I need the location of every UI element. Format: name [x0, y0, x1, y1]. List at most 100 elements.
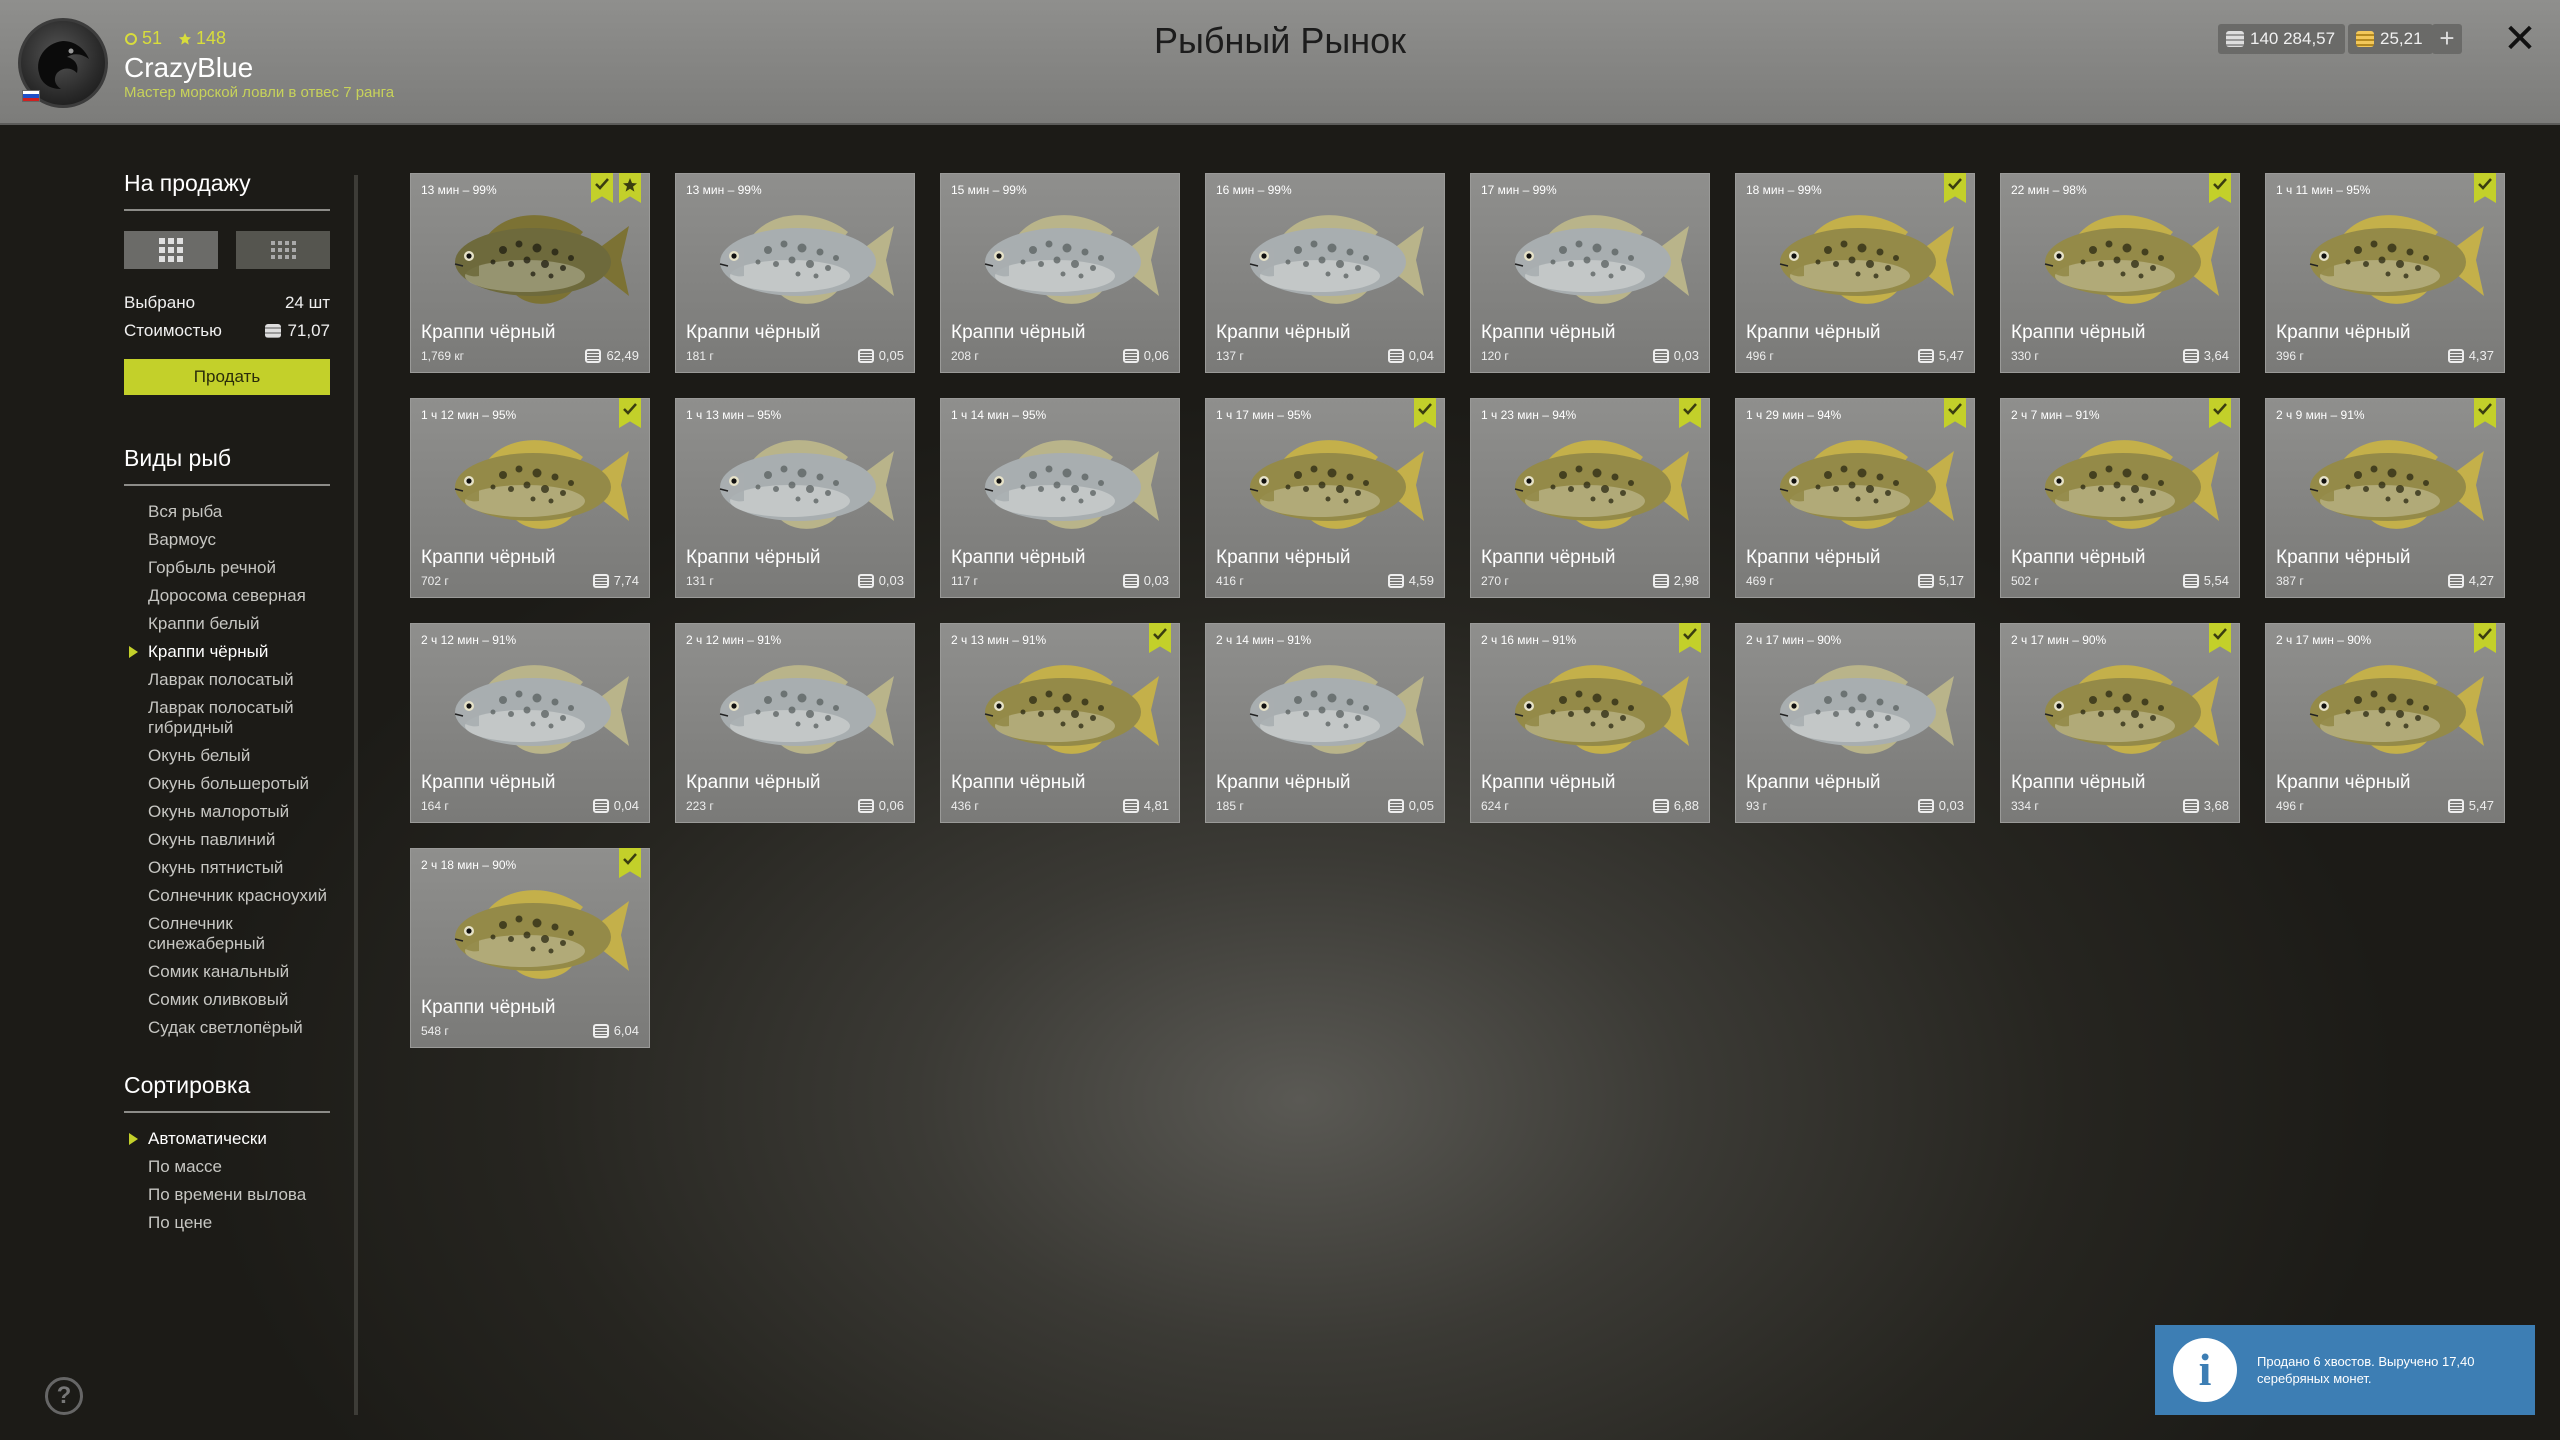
fish-image	[1758, 652, 1958, 773]
fish-card[interactable]: 2 ч 13 мин – 91% Краппи чёрный 436 г 4,8…	[940, 623, 1180, 823]
selected-check-icon[interactable]	[2474, 398, 2496, 428]
fish-card[interactable]: 17 мин – 99% Краппи чёрный 120 г 0,03	[1470, 173, 1710, 373]
fish-card[interactable]: 18 мин – 99% Краппи чёрный 496 г 5,47	[1735, 173, 1975, 373]
fish-image	[2288, 427, 2488, 548]
small-grid-view-button[interactable]	[236, 231, 330, 269]
fish-card[interactable]: 1 ч 12 мин – 95% Краппи чёрный 702 г 7,7…	[410, 398, 650, 598]
silver-coin-icon	[592, 1023, 609, 1038]
selected-check-icon[interactable]	[1414, 398, 1436, 428]
fish-card[interactable]: 2 ч 14 мин – 91% Краппи чёрный 185 г 0,0…	[1205, 623, 1445, 823]
species-item[interactable]: Вся рыба	[124, 502, 330, 522]
help-button[interactable]: ?	[45, 1377, 83, 1415]
selected-check-icon[interactable]	[2209, 623, 2231, 653]
fish-image	[963, 202, 1163, 323]
fish-card[interactable]: 1 ч 13 мин – 95% Краппи чёрный 131 г 0,0…	[675, 398, 915, 598]
sell-button[interactable]: Продать	[124, 359, 330, 395]
species-item[interactable]: Окунь павлиний	[124, 830, 330, 850]
species-item[interactable]: Сомик канальный	[124, 962, 330, 982]
selected-check-icon[interactable]	[591, 173, 613, 203]
species-item[interactable]: Лаврак полосатый	[124, 670, 330, 690]
fish-card[interactable]: 16 мин – 99% Краппи чёрный 137 г 0,04	[1205, 173, 1445, 373]
notification[interactable]: i Продано 6 хвостов. Выручено 17,40 сере…	[2155, 1325, 2535, 1415]
silver-balance: 140 284,57	[2218, 24, 2346, 54]
fish-weight: 469 г	[1746, 574, 1774, 588]
species-item[interactable]: Горбыль речной	[124, 558, 330, 578]
fish-card[interactable]: 1 ч 11 мин – 95% Краппи чёрный 396 г 4,3…	[2265, 173, 2505, 373]
fish-weight: 624 г	[1481, 799, 1509, 813]
fish-card[interactable]: 2 ч 7 мин – 91% Краппи чёрный 502 г 5,54	[2000, 398, 2240, 598]
sort-option[interactable]: По цене	[124, 1213, 330, 1233]
fish-weight: 137 г	[1216, 349, 1244, 363]
selected-check-icon[interactable]	[2474, 623, 2496, 653]
sort-option[interactable]: Автоматически	[124, 1129, 330, 1149]
sort-option[interactable]: По времени вылова	[124, 1185, 330, 1205]
fish-card[interactable]: 1 ч 29 мин – 94% Краппи чёрный 469 г 5,1…	[1735, 398, 1975, 598]
selected-check-icon[interactable]	[619, 398, 641, 428]
fish-name: Краппи чёрный	[421, 322, 556, 343]
fish-card[interactable]: 2 ч 17 мин – 90% Краппи чёрный 334 г 3,6…	[2000, 623, 2240, 823]
fish-card[interactable]: 2 ч 12 мин – 91% Краппи чёрный 223 г 0,0…	[675, 623, 915, 823]
fish-card[interactable]: 1 ч 17 мин – 95% Краппи чёрный 416 г 4,5…	[1205, 398, 1445, 598]
selected-check-icon[interactable]	[1679, 623, 1701, 653]
fish-price: 7,74	[592, 573, 639, 588]
fish-card[interactable]: 2 ч 16 мин – 91% Краппи чёрный 624 г 6,8…	[1470, 623, 1710, 823]
fish-card[interactable]: 13 мин – 99% Краппи чёрный 181 г 0,05	[675, 173, 915, 373]
catch-time: 13 мин – 99%	[421, 183, 497, 197]
selected-check-icon[interactable]	[2209, 398, 2231, 428]
crappie-fish-icon	[2044, 665, 2219, 754]
crappie-fish-icon	[719, 215, 894, 304]
fish-image	[698, 427, 898, 548]
selected-check-icon[interactable]	[1149, 623, 1171, 653]
fish-name: Краппи чёрный	[1216, 772, 1351, 793]
species-item[interactable]: Окунь большеротый	[124, 774, 330, 794]
species-item[interactable]: Краппи чёрный	[124, 642, 330, 662]
species-item[interactable]: Лаврак полосатый гибридный	[124, 698, 330, 738]
crappie-fish-icon	[1514, 665, 1689, 754]
fish-card[interactable]: 1 ч 14 мин – 95% Краппи чёрный 117 г 0,0…	[940, 398, 1180, 598]
fish-name: Краппи чёрный	[686, 322, 821, 343]
fish-card[interactable]: 2 ч 18 мин – 90% Краппи чёрный 548 г 6,0…	[410, 848, 650, 1048]
species-item[interactable]: Краппи белый	[124, 614, 330, 634]
selected-check-icon[interactable]	[1679, 398, 1701, 428]
fish-card[interactable]: 15 мин – 99% Краппи чёрный 208 г 0,06	[940, 173, 1180, 373]
silver-coin-icon	[2447, 573, 2464, 588]
fish-card[interactable]: 13 мин – 99% Краппи чёрный 1,769 кг 62,4…	[410, 173, 650, 373]
selected-check-icon[interactable]	[1944, 173, 1966, 203]
fish-card[interactable]: 2 ч 17 мин – 90% Краппи чёрный 93 г 0,03	[1735, 623, 1975, 823]
fish-card[interactable]: 2 ч 9 мин – 91% Краппи чёрный 387 г 4,27	[2265, 398, 2505, 598]
sort-option[interactable]: По массе	[124, 1157, 330, 1177]
silver-coin-icon	[857, 798, 874, 813]
sidebar-divider	[354, 175, 358, 1415]
species-item[interactable]: Судак светлопёрый	[124, 1018, 330, 1038]
fish-weight: 496 г	[1746, 349, 1774, 363]
fish-image	[698, 202, 898, 323]
species-item[interactable]: Солнечник красноухий	[124, 886, 330, 906]
fish-price: 0,06	[857, 798, 904, 813]
fish-card[interactable]: 22 мин – 98% Краппи чёрный 330 г 3,64	[2000, 173, 2240, 373]
fish-card[interactable]: 2 ч 17 мин – 90% Краппи чёрный 496 г 5,4…	[2265, 623, 2505, 823]
sort-list: Автоматически По массе По времени вылова По…	[124, 1129, 330, 1233]
species-item[interactable]: Окунь пятнистый	[124, 858, 330, 878]
close-button[interactable]: ✕	[2502, 19, 2538, 59]
fish-name: Краппи чёрный	[686, 547, 821, 568]
species-item[interactable]: Окунь малоротый	[124, 802, 330, 822]
catch-time: 2 ч 17 мин – 90%	[1746, 633, 1842, 647]
fish-card[interactable]: 1 ч 23 мин – 94% Краппи чёрный 270 г 2,9…	[1470, 398, 1710, 598]
silver-coin-icon	[2447, 798, 2464, 813]
favorite-star-icon[interactable]	[619, 173, 641, 203]
species-item[interactable]: Доросома северная	[124, 586, 330, 606]
fish-image	[1228, 652, 1428, 773]
rank-text: Мастер морской ловли в отвес 7 ранга	[124, 84, 395, 101]
selected-check-icon[interactable]	[1944, 398, 1966, 428]
species-item[interactable]: Солнечник синежаберный	[124, 914, 330, 954]
selected-check-icon[interactable]	[2209, 173, 2231, 203]
species-item[interactable]: Сомик оливковый	[124, 990, 330, 1010]
fish-image	[433, 202, 633, 323]
selected-check-icon[interactable]	[2474, 173, 2496, 203]
fish-card[interactable]: 2 ч 12 мин – 91% Краппи чёрный 164 г 0,0…	[410, 623, 650, 823]
selected-check-icon[interactable]	[619, 848, 641, 878]
add-currency-button[interactable]: +	[2432, 24, 2462, 54]
large-grid-view-button[interactable]	[124, 231, 218, 269]
species-item[interactable]: Вармоус	[124, 530, 330, 550]
species-item[interactable]: Окунь белый	[124, 746, 330, 766]
